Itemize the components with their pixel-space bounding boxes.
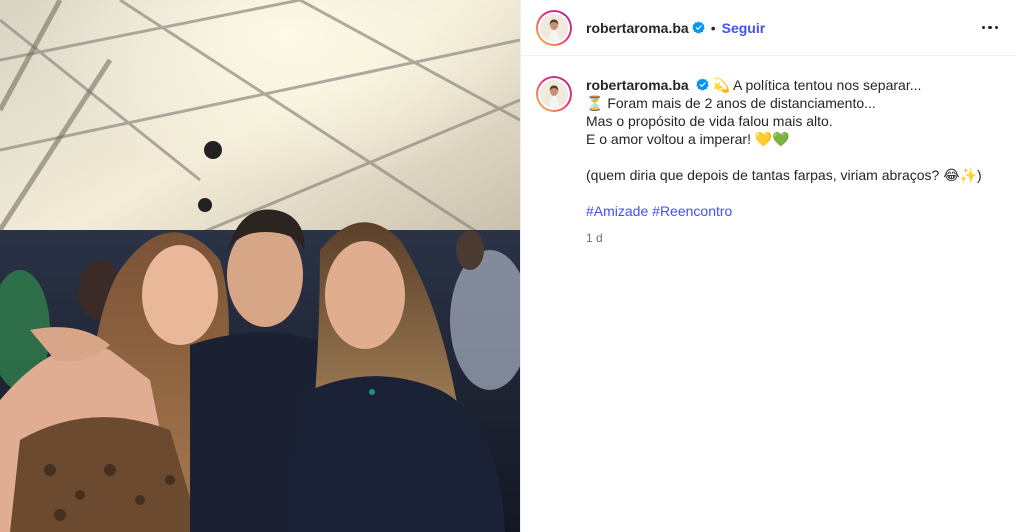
separator-dot: • — [710, 19, 716, 36]
avatar-image — [540, 13, 568, 42]
caption-line-5: (quem diria que depois de tantas farpas,… — [586, 167, 982, 183]
caption-first-line: robertaroma.ba 💫 A política tentou nos s… — [586, 76, 982, 94]
caption-username[interactable]: robertaroma.ba — [586, 77, 689, 93]
more-options-icon[interactable] — [978, 16, 1002, 40]
caption-avatar-image — [540, 80, 568, 108]
post-header: robertaroma.ba • Seguir — [521, 0, 1016, 56]
post-photo[interactable] — [0, 0, 520, 532]
follow-button[interactable]: Seguir — [722, 20, 766, 36]
username[interactable]: robertaroma.ba — [586, 19, 689, 37]
hashtag-amizade[interactable]: #Amizade — [586, 203, 648, 219]
avatar[interactable] — [536, 9, 572, 46]
hashtag-reencontro[interactable]: #Reencontro — [652, 203, 732, 219]
post-side-panel: robertaroma.ba • Seguir robertaroma.ba 💫… — [520, 0, 1016, 532]
verified-badge-icon — [692, 21, 705, 34]
caption-line-2: ⏳ Foram mais de 2 anos de distanciamento… — [586, 95, 876, 111]
caption-avatar[interactable] — [536, 76, 572, 112]
hashtags: #Amizade #Reencontro — [586, 202, 982, 220]
post-timestamp[interactable]: 1 d — [586, 230, 982, 246]
caption-spacer-2 — [586, 184, 982, 202]
caption-line-1: 💫 A política tentou nos separar... — [712, 77, 922, 93]
caption-line-3: Mas o propósito de vida falou mais alto. — [586, 113, 833, 129]
instagram-post: robertaroma.ba • Seguir robertaroma.ba 💫… — [0, 0, 1016, 532]
caption-line-4: E o amor voltou a imperar! 💛💚 — [586, 131, 790, 147]
caption: robertaroma.ba 💫 A política tentou nos s… — [586, 76, 982, 246]
caption-verified-badge-icon — [695, 77, 709, 91]
post-photo-image — [0, 0, 520, 532]
caption-row: robertaroma.ba 💫 A política tentou nos s… — [521, 56, 1016, 246]
